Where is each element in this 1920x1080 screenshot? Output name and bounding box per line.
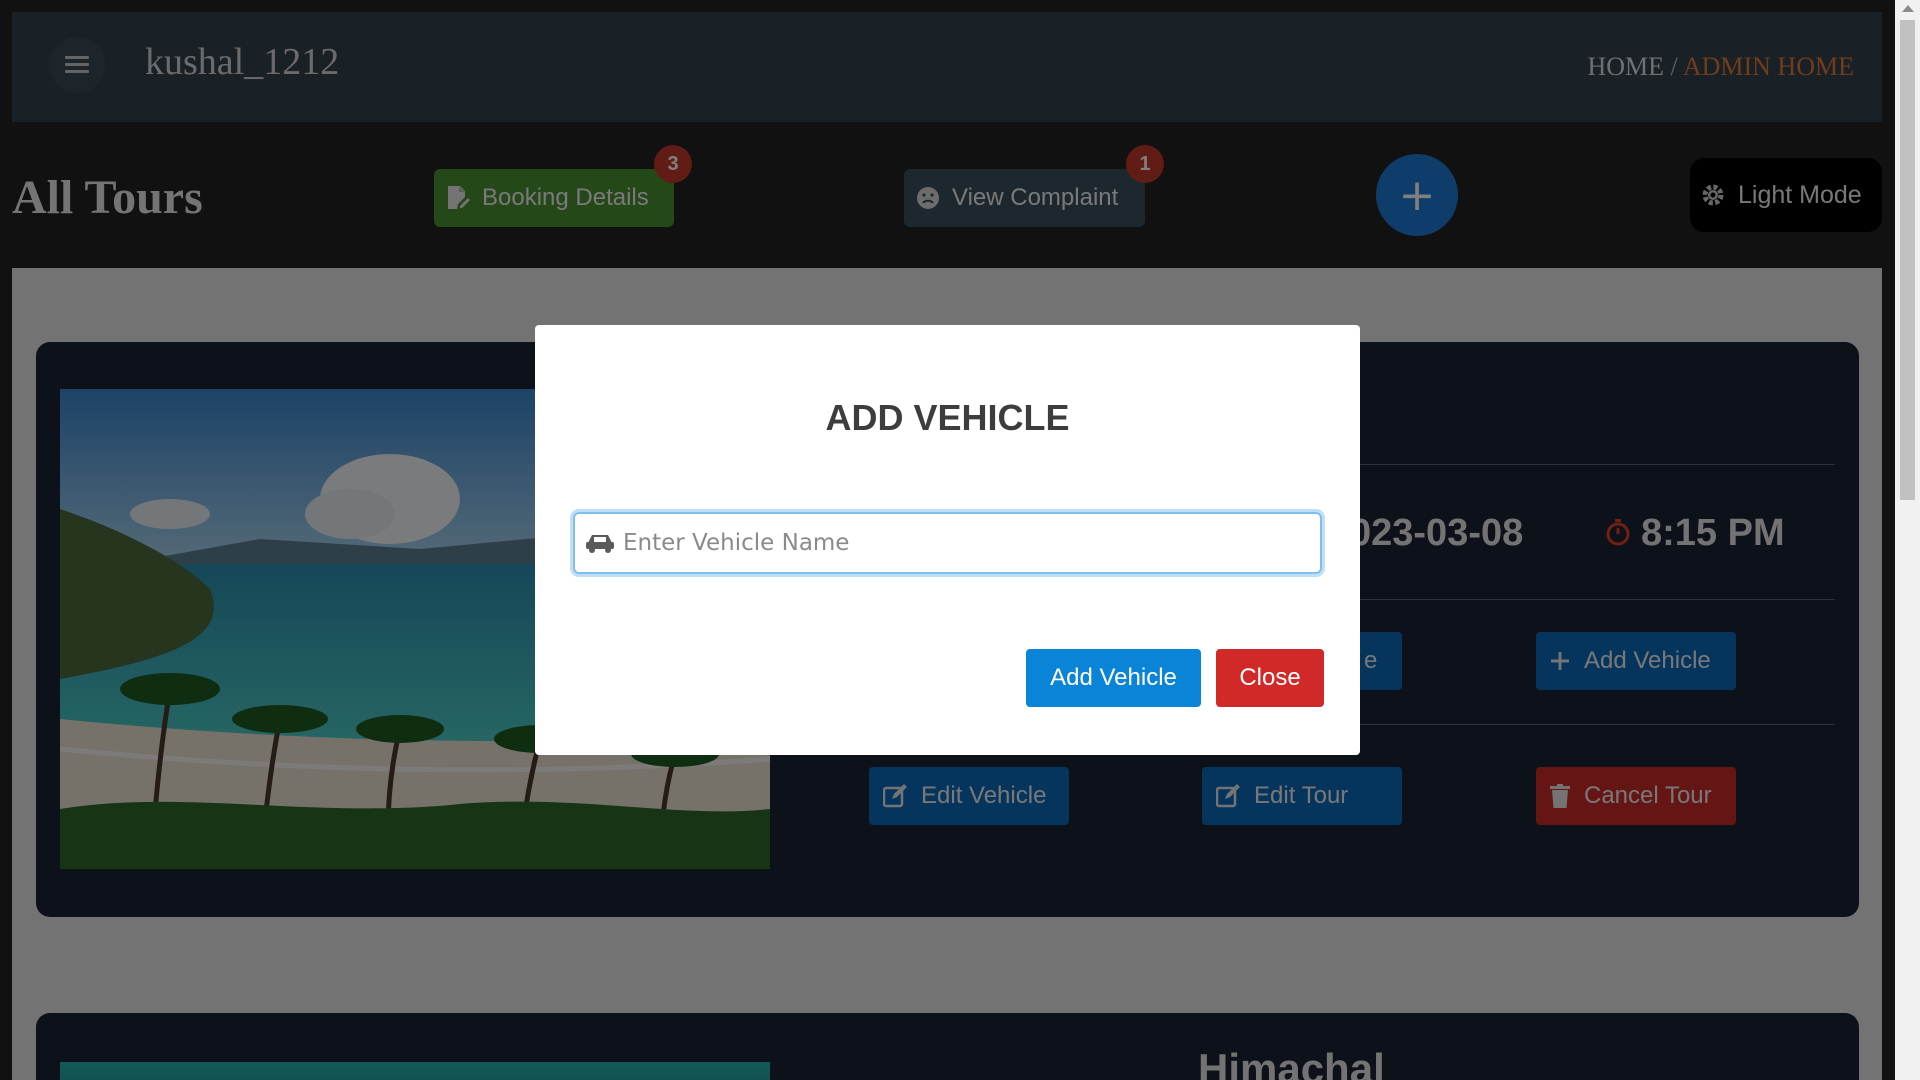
modal-add-vehicle-button[interactable]: Add Vehicle	[1026, 649, 1201, 707]
scrollbar-thumb[interactable]	[1900, 20, 1915, 500]
car-icon	[585, 532, 615, 554]
modal-close-button[interactable]: Close	[1216, 649, 1324, 707]
add-vehicle-modal: ADD VEHICLE Add Vehicle Close	[535, 325, 1360, 755]
page: kushal_1212 HOME / ADMIN HOME All Tours …	[0, 0, 1920, 1080]
scroll-up-arrow-icon[interactable]	[1902, 5, 1914, 12]
vehicle-name-input[interactable]	[623, 530, 1303, 556]
vehicle-name-field[interactable]	[573, 512, 1322, 574]
page-scrollbar[interactable]	[1895, 0, 1920, 1080]
modal-title: ADD VEHICLE	[825, 397, 1070, 438]
